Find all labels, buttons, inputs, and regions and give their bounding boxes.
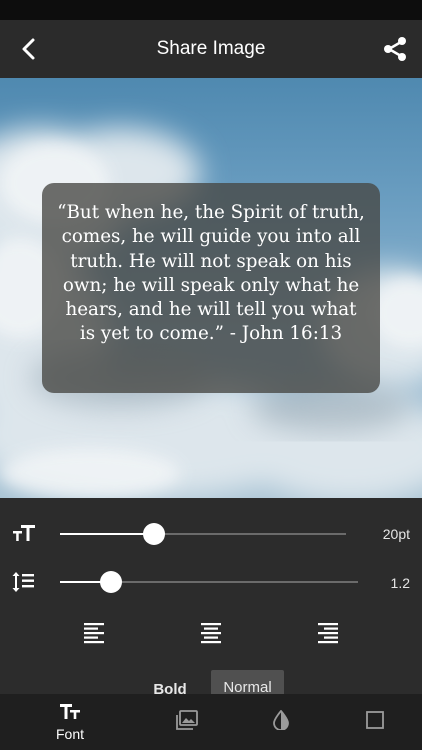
line-spacing-slider-thumb[interactable] (99, 571, 122, 593)
square-icon (366, 711, 384, 729)
font-size-slider-fill (60, 533, 155, 535)
navigation-bar: Share Image (0, 20, 422, 78)
font-size-icon (13, 525, 35, 541)
tab-background-image[interactable] (167, 694, 207, 750)
font-size-value: 20pt (382, 526, 410, 542)
align-left-button[interactable] (79, 617, 109, 647)
image-icon (176, 710, 198, 730)
align-left-icon (84, 623, 104, 644)
line-spacing-slider[interactable] (60, 567, 358, 597)
page-title: Share Image (156, 38, 266, 59)
image-preview: “But when he, the Spirit of truth, comes… (0, 78, 422, 498)
tab-contrast[interactable] (261, 694, 301, 750)
font-size-slider[interactable] (60, 519, 346, 549)
tab-font-label: Font (55, 726, 84, 742)
line-spacing-value: 1.2 (390, 575, 410, 591)
align-right-button[interactable] (313, 617, 343, 647)
share-button[interactable] (380, 34, 410, 64)
align-center-icon (201, 623, 221, 644)
font-size-slider-thumb[interactable] (143, 523, 166, 545)
contrast-icon (273, 710, 289, 730)
share-icon (384, 37, 406, 61)
font-icon (60, 704, 80, 719)
line-spacing-icon (12, 572, 34, 592)
align-right-icon (318, 623, 338, 644)
status-bar (0, 0, 422, 20)
align-center-button[interactable] (196, 617, 226, 647)
normal-option[interactable]: Normal (211, 670, 284, 696)
tab-font[interactable]: Font (30, 694, 110, 750)
quote-text: “But when he, the Spirit of truth, comes… (57, 202, 365, 345)
quote-card[interactable]: “But when he, the Spirit of truth, comes… (42, 183, 380, 393)
tab-frame[interactable] (355, 694, 395, 750)
bottom-tab-bar: Font (0, 694, 422, 750)
